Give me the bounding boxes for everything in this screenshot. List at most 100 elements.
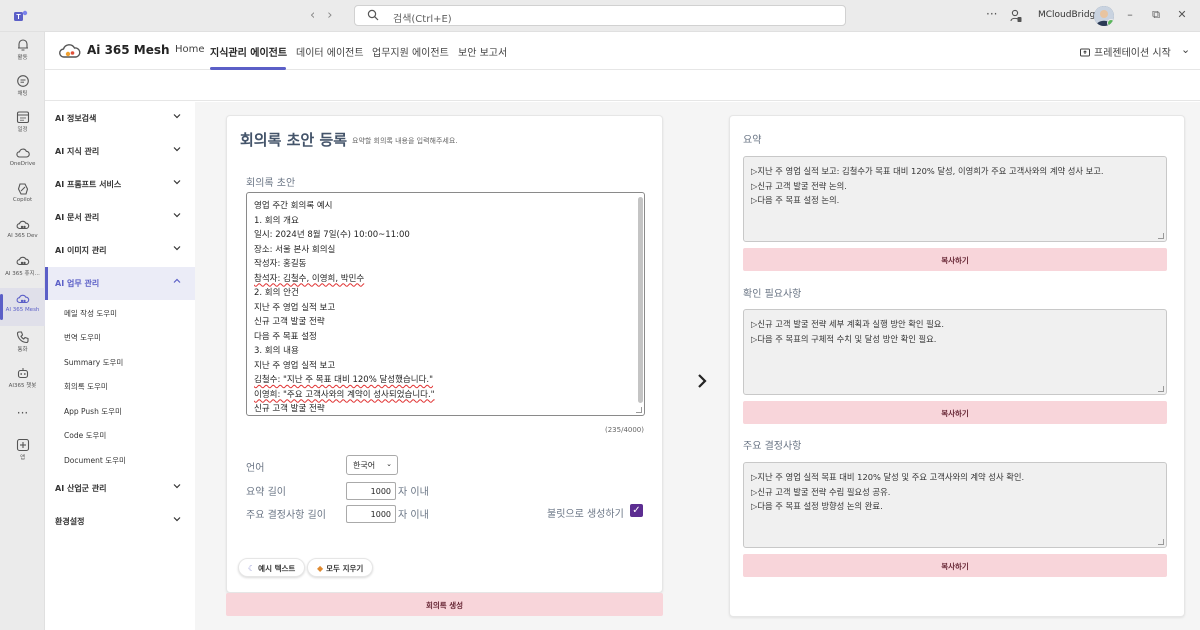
rail-item-apps[interactable]: 앱 [0, 434, 45, 472]
rail-item-ai365-mesh[interactable]: AI 365 Mesh [0, 288, 45, 326]
summary-output[interactable]: ▷지난 주 영업 실적 보고: 김철수가 목표 대비 120% 달성, 이영희가… [743, 156, 1167, 242]
sidebar-item-industry[interactable]: AI 산업군 관리 [45, 472, 195, 505]
close-button[interactable]: ✕ [1172, 8, 1192, 21]
summary-length-unit: 자 이내 [398, 487, 429, 498]
sidebar-item-label: AI 프롬프트 서비스 [55, 180, 122, 189]
present-icon [1080, 48, 1090, 57]
rail-label: AI 365 Mesh [5, 307, 40, 313]
tab-knowledge-agent[interactable]: 지식관리 에이전트 [210, 44, 287, 59]
decision-output[interactable]: ▷지난 주 영업 실적 목표 대비 120% 달성 및 주요 고객사와의 계약 … [743, 462, 1167, 548]
textarea-scrollbar[interactable] [638, 197, 643, 403]
resize-grip-icon[interactable] [1158, 386, 1164, 392]
clear-all-button[interactable]: ◆ 모두 지우기 [307, 558, 374, 577]
summary-length-input[interactable]: 1000 [346, 482, 396, 500]
sidebar-subitem-translate[interactable]: 번역 도우미 [64, 332, 101, 343]
rail-item-calendar[interactable]: 일정 [0, 106, 45, 144]
title-bar: T ‹› 검색(Ctrl+E) ··· MCloudBridge – ⧉ ✕ [0, 0, 1200, 32]
draft-line: 지난 주 영업 실적 보고 [254, 302, 336, 313]
plus-app-icon [16, 438, 29, 452]
sidebar-item-work[interactable]: AI 업무 관리 [45, 267, 195, 300]
search-placeholder: 검색(Ctrl+E) [393, 14, 452, 25]
output-line: ▷지난 주 영업 실적 보고: 김철수가 목표 대비 120% 달성, 이영희가… [751, 166, 1104, 176]
sidebar-subitem-code[interactable]: Code 도우미 [64, 430, 106, 441]
check-section-title: 확인 필요사항 [743, 289, 802, 300]
draft-line: 이영희: "주요 고객사와의 계약이 성사되었습니다." [254, 389, 435, 400]
resize-grip-icon[interactable] [1158, 233, 1164, 239]
sidebar-item-settings[interactable]: 환경설정 [45, 505, 195, 538]
main-content: 회의록 초안 등록 요약할 회의록 내용을 입력해주세요. 회의록 초안 영업 … [195, 102, 1200, 630]
generate-minutes-button[interactable]: 회의록 생성 [226, 593, 663, 616]
page-title: 회의록 초안 등록 [240, 131, 348, 149]
more-icon: ··· [16, 406, 29, 420]
rail-item-copilot[interactable]: Copilot [0, 178, 45, 216]
more-options-icon[interactable]: ··· [986, 7, 997, 21]
resize-grip-icon[interactable] [1158, 539, 1164, 545]
rail-item-activity[interactable]: 활동 [0, 34, 45, 72]
rail-label: AI365 챗봇 [8, 383, 37, 389]
check-output[interactable]: ▷신규 고객 발굴 전략 세부 계획과 실행 방안 확인 필요. ▷다음 주 목… [743, 309, 1167, 395]
language-label: 언어 [246, 463, 265, 474]
clear-all-label: 모두 지우기 [326, 564, 364, 573]
eraser-icon: ◆ [317, 564, 324, 573]
draft-textarea[interactable]: 영업 주간 회의록 예시 1. 회의 개요 일시: 2024년 8월 7일(수)… [246, 192, 645, 416]
tab-data-agent[interactable]: 데이터 에이전트 [296, 44, 364, 59]
draft-label: 회의록 초안 [246, 178, 296, 189]
app-header: Ai 365 Mesh Home 지식관리 에이전트 데이터 에이전트 업무지원… [45, 32, 1200, 70]
search-input[interactable]: 검색(Ctrl+E) [354, 5, 846, 26]
sidebar-item-info-search[interactable]: AI 정보검색 [45, 102, 195, 135]
sidebar-subitem-document[interactable]: Document 도우미 [64, 455, 126, 466]
copy-summary-button[interactable]: 복사하기 [743, 248, 1167, 271]
chat-icon [16, 75, 29, 87]
org-account-icon[interactable] [1010, 9, 1022, 23]
tab-security-report[interactable]: 보안 보고서 [458, 44, 507, 59]
chevron-down-icon [173, 147, 181, 152]
sidebar-item-prompt[interactable]: AI 프롬프트 서비스 [45, 168, 195, 201]
output-line: ▷지난 주 영업 실적 목표 대비 120% 달성 및 주요 고객사와의 계약 … [751, 472, 1025, 482]
rail-item-onedrive[interactable]: OneDrive [0, 142, 45, 180]
decision-length-input[interactable]: 1000 [346, 505, 396, 523]
draft-line: 작성자: 홍길동 [254, 259, 307, 269]
sidebar-item-document[interactable]: AI 문서 관리 [45, 201, 195, 234]
bullet-option-label: 불릿으로 생성하기 [547, 509, 624, 520]
present-button[interactable]: 프레젠테이션 시작 [1080, 44, 1171, 59]
tab-work-support-agent[interactable]: 업무지원 에이전트 [372, 44, 449, 59]
sidebar-item-label: AI 이미지 관리 [55, 246, 107, 255]
minutes-form-card: 회의록 초안 등록 요약할 회의록 내용을 입력해주세요. 회의록 초안 영업 … [226, 115, 663, 593]
rail-item-chat[interactable]: 채팅 [0, 70, 45, 108]
org-name: MCloudBridge [1038, 10, 1101, 20]
bullet-checkbox[interactable]: ✓ [630, 504, 643, 517]
chevron-down-icon[interactable]: ⌄ [1181, 43, 1190, 56]
rail-item-ai365-dev[interactable]: AI 365 Dev [0, 214, 45, 252]
rail-item-chatbot[interactable]: AI365 챗봇 [0, 362, 45, 400]
sidebar-item-image[interactable]: AI 이미지 관리 [45, 234, 195, 267]
rail-item-ai365-other[interactable]: AI 365 휴지... [0, 250, 45, 288]
cloud-app-icon [16, 220, 29, 230]
sidebar-subitem-minutes[interactable]: 회의록 도우미 [64, 381, 108, 392]
minimize-button[interactable]: – [1120, 8, 1140, 21]
resize-grip-icon[interactable] [636, 407, 642, 413]
rail-item-calls[interactable]: 통화 [0, 326, 45, 364]
sidebar: AI 정보검색 AI 지식 관리 AI 프롬프트 서비스 AI 문서 관리 AI… [45, 102, 195, 630]
output-line: ▷신규 고객 발굴 전략 수립 필요성 공유. [751, 486, 891, 497]
tab-home[interactable]: Home [175, 44, 205, 55]
copy-check-button[interactable]: 복사하기 [743, 401, 1167, 424]
chevron-down-icon [173, 180, 181, 185]
back-arrow-icon[interactable]: ‹ [310, 8, 327, 23]
sidebar-subitem-mail[interactable]: 메일 작성 도우미 [64, 308, 117, 319]
rail-label: 일정 [17, 127, 28, 133]
draft-line: 2. 회의 안건 [254, 288, 299, 298]
summary-length-label: 요약 길이 [246, 487, 286, 498]
sidebar-item-knowledge[interactable]: AI 지식 관리 [45, 135, 195, 168]
sidebar-item-label: AI 업무 관리 [55, 279, 100, 288]
output-line: ▷신규 고객 발굴 전략 세부 계획과 실행 방안 확인 필요. [751, 319, 945, 329]
sidebar-subitem-summary[interactable]: Summary 도우미 [64, 357, 123, 368]
cloud-app-icon [16, 256, 29, 266]
forward-arrow-icon[interactable]: › [327, 8, 344, 23]
language-select[interactable]: 한국어 ⌄ [346, 455, 398, 475]
sidebar-subitem-app-push[interactable]: App Push 도우미 [64, 406, 122, 417]
example-text-button[interactable]: ☾ 예시 텍스트 [238, 558, 306, 577]
avatar[interactable] [1094, 6, 1114, 26]
copy-decision-button[interactable]: 복사하기 [743, 554, 1167, 577]
copilot-icon [17, 183, 28, 195]
restore-button[interactable]: ⧉ [1146, 8, 1166, 22]
